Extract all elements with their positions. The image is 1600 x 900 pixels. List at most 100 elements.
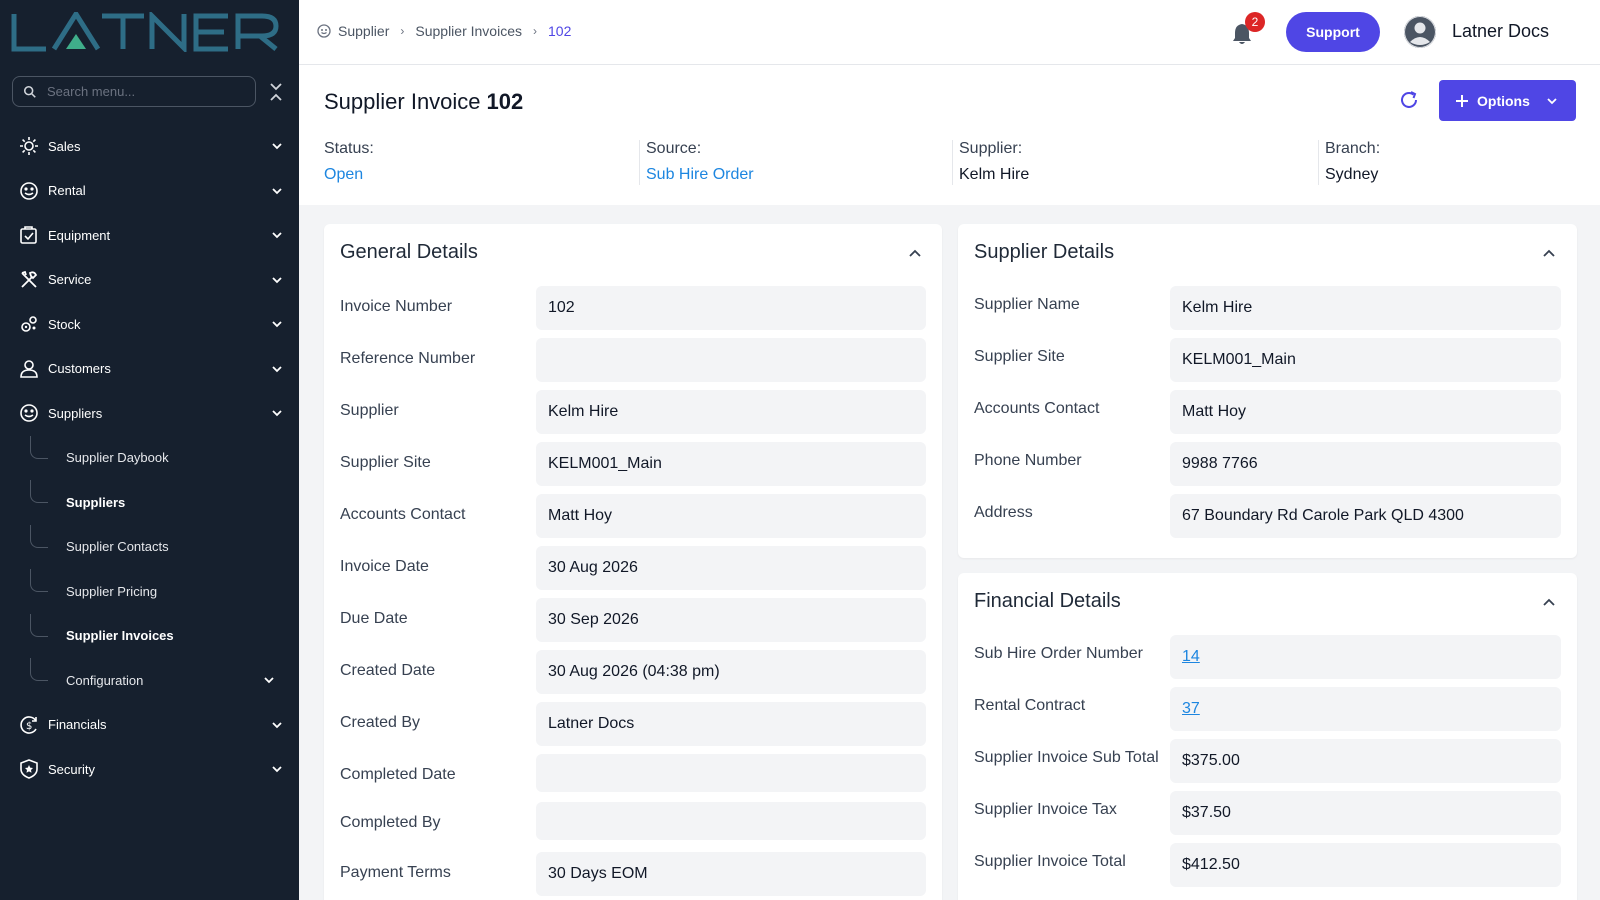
rental-icon: [19, 181, 39, 201]
sidebar-item-rental[interactable]: Rental: [0, 169, 299, 214]
sidebar-item-financials[interactable]: $ Financials: [0, 703, 299, 748]
status-badge: Open: [324, 166, 364, 183]
options-label: Options: [1477, 92, 1530, 109]
payment-terms-field[interactable]: 30 Days EOM: [536, 852, 926, 896]
field-label: Sub Hire Order Number: [974, 645, 1143, 662]
sidebar-item-label: Financials: [48, 717, 107, 733]
status-meta: Status: Open: [324, 140, 374, 184]
field-row: Invoice Number 102: [340, 286, 926, 330]
refresh-icon[interactable]: [1398, 89, 1420, 111]
completed-date-field[interactable]: [536, 754, 926, 792]
breadcrumb: Supplier › Supplier Invoices › 102: [317, 23, 571, 39]
created-by-field[interactable]: Latner Docs: [536, 702, 926, 746]
user-name[interactable]: Latner Docs: [1452, 21, 1549, 42]
sidebar-item-security[interactable]: Security: [0, 747, 299, 792]
sidebar-subitem-supplier-daybook[interactable]: Supplier Daybook: [0, 435, 299, 481]
supplier-icon: [317, 24, 331, 38]
search-menu-input[interactable]: [47, 84, 237, 99]
options-button[interactable]: Options: [1439, 80, 1576, 121]
field-row: Accounts Contact Matt Hoy: [340, 494, 926, 538]
sidebar-item-service[interactable]: Service: [0, 258, 299, 303]
accounts-contact-field[interactable]: Matt Hoy: [1170, 390, 1561, 434]
source-link[interactable]: Sub Hire Order: [646, 166, 754, 184]
chevron-down-icon: [272, 321, 282, 328]
field-label: Rental Contract: [974, 697, 1086, 714]
created-date-field[interactable]: 30 Aug 2026 (04:38 pm): [536, 650, 926, 694]
completed-by-field[interactable]: [536, 802, 926, 840]
supplier-field[interactable]: Kelm Hire: [536, 390, 926, 434]
field-row: Reference Number: [340, 338, 926, 382]
sidebar-item-label: Suppliers: [48, 405, 103, 421]
invoice-date-field[interactable]: 30 Aug 2026: [536, 546, 926, 590]
breadcrumb-supplier-invoices[interactable]: Supplier Invoices: [415, 23, 522, 39]
sub-total-field[interactable]: $375.00: [1170, 739, 1561, 783]
due-date-field[interactable]: 30 Sep 2026: [536, 598, 926, 642]
accounts-contact-field[interactable]: Matt Hoy: [536, 494, 926, 538]
plus-icon: [1456, 94, 1468, 107]
chevron-up-icon[interactable]: [1542, 595, 1556, 609]
phone-number-field[interactable]: 9988 7766: [1170, 442, 1561, 486]
supplier-label: Supplier:: [959, 140, 1023, 157]
chevron-up-icon[interactable]: [1542, 246, 1556, 260]
sidebar-item-suppliers[interactable]: Suppliers: [0, 391, 299, 436]
branch-value: Sydney: [1325, 166, 1379, 183]
card-title: Supplier Details: [974, 241, 1115, 263]
avatar[interactable]: [1404, 16, 1436, 48]
address-field[interactable]: 67 Boundary Rd Carole Park QLD 4300: [1170, 494, 1561, 538]
rental-contract-link[interactable]: 37: [1182, 700, 1200, 718]
sidebar-subitem-configuration[interactable]: Configuration: [0, 658, 299, 703]
sidebar-subitem-supplier-contacts[interactable]: Supplier Contacts: [0, 524, 299, 570]
shield-icon: [19, 759, 39, 780]
sidebar-subitem-suppliers[interactable]: Suppliers: [0, 480, 299, 525]
tax-field[interactable]: $37.50: [1170, 791, 1561, 835]
chevron-down-icon: [272, 366, 282, 373]
field-row: Invoice Date 30 Aug 2026: [340, 546, 926, 590]
suppliers-icon: [19, 403, 39, 423]
field-row: Supplier Invoice Total $412.50: [974, 843, 1561, 887]
invoice-number-field[interactable]: 102: [536, 286, 926, 330]
search-icon: [23, 85, 36, 98]
card-title: General Details: [340, 241, 478, 263]
chevron-down-icon: [272, 766, 282, 773]
page-title-text: Supplier Invoice: [324, 89, 481, 114]
chevron-right-icon: ›: [533, 24, 537, 38]
chevron-down-icon: [1547, 97, 1557, 104]
field-label: Created Date: [340, 662, 436, 679]
reference-number-field[interactable]: [536, 338, 926, 382]
chevron-down-icon: [272, 410, 282, 417]
field-row: Supplier Invoice Tax $37.50: [974, 791, 1561, 835]
sidebar-item-equipment[interactable]: Equipment: [0, 213, 299, 258]
supplier-value: Kelm Hire: [959, 166, 1030, 183]
collapse-icon[interactable]: [268, 82, 284, 102]
sidebar-item-stock[interactable]: Stock: [0, 302, 299, 347]
sub-hire-order-link[interactable]: 14: [1182, 648, 1200, 666]
support-button[interactable]: Support: [1286, 12, 1380, 52]
supplier-name-field[interactable]: Kelm Hire: [1170, 286, 1561, 330]
supplier-site-field[interactable]: KELM001_Main: [1170, 338, 1561, 382]
sidebar-subitem-supplier-invoices[interactable]: Supplier Invoices: [0, 613, 299, 659]
sidebar-item-customers[interactable]: Customers: [0, 347, 299, 392]
invoice-header: Supplier Invoice 102 Options Status: Open…: [299, 65, 1600, 205]
sidebar-search: [12, 76, 256, 107]
branch-label: Branch:: [1325, 140, 1381, 157]
field-label: Supplier: [340, 402, 399, 419]
chevron-up-icon[interactable]: [908, 246, 922, 260]
suppliers-subnav: Supplier Daybook Suppliers Supplier Cont…: [0, 435, 299, 703]
latner-logo[interactable]: [10, 12, 280, 52]
total-field[interactable]: $412.50: [1170, 843, 1561, 887]
user-icon: [1404, 16, 1436, 48]
sidebar-subitem-label: Suppliers: [66, 494, 126, 510]
field-row: Phone Number 9988 7766: [974, 442, 1561, 486]
sidebar-item-sales[interactable]: Sales: [0, 124, 299, 169]
sidebar-item-label: Customers: [48, 361, 111, 377]
field-label: Supplier Site: [340, 454, 431, 471]
branch-meta: Branch: Sydney: [1325, 140, 1380, 184]
supplier-details-card: Supplier Details Supplier Name Kelm Hire …: [958, 224, 1577, 558]
field-label: Invoice Date: [340, 558, 429, 575]
sidebar-subitem-supplier-pricing[interactable]: Supplier Pricing: [0, 569, 299, 614]
field-label: Supplier Site: [974, 348, 1065, 365]
field-label: Supplier Invoice Tax: [974, 801, 1117, 818]
field-row: Supplier Name Kelm Hire: [974, 286, 1561, 330]
breadcrumb-supplier[interactable]: Supplier: [338, 23, 389, 39]
supplier-site-field[interactable]: KELM001_Main: [536, 442, 926, 486]
